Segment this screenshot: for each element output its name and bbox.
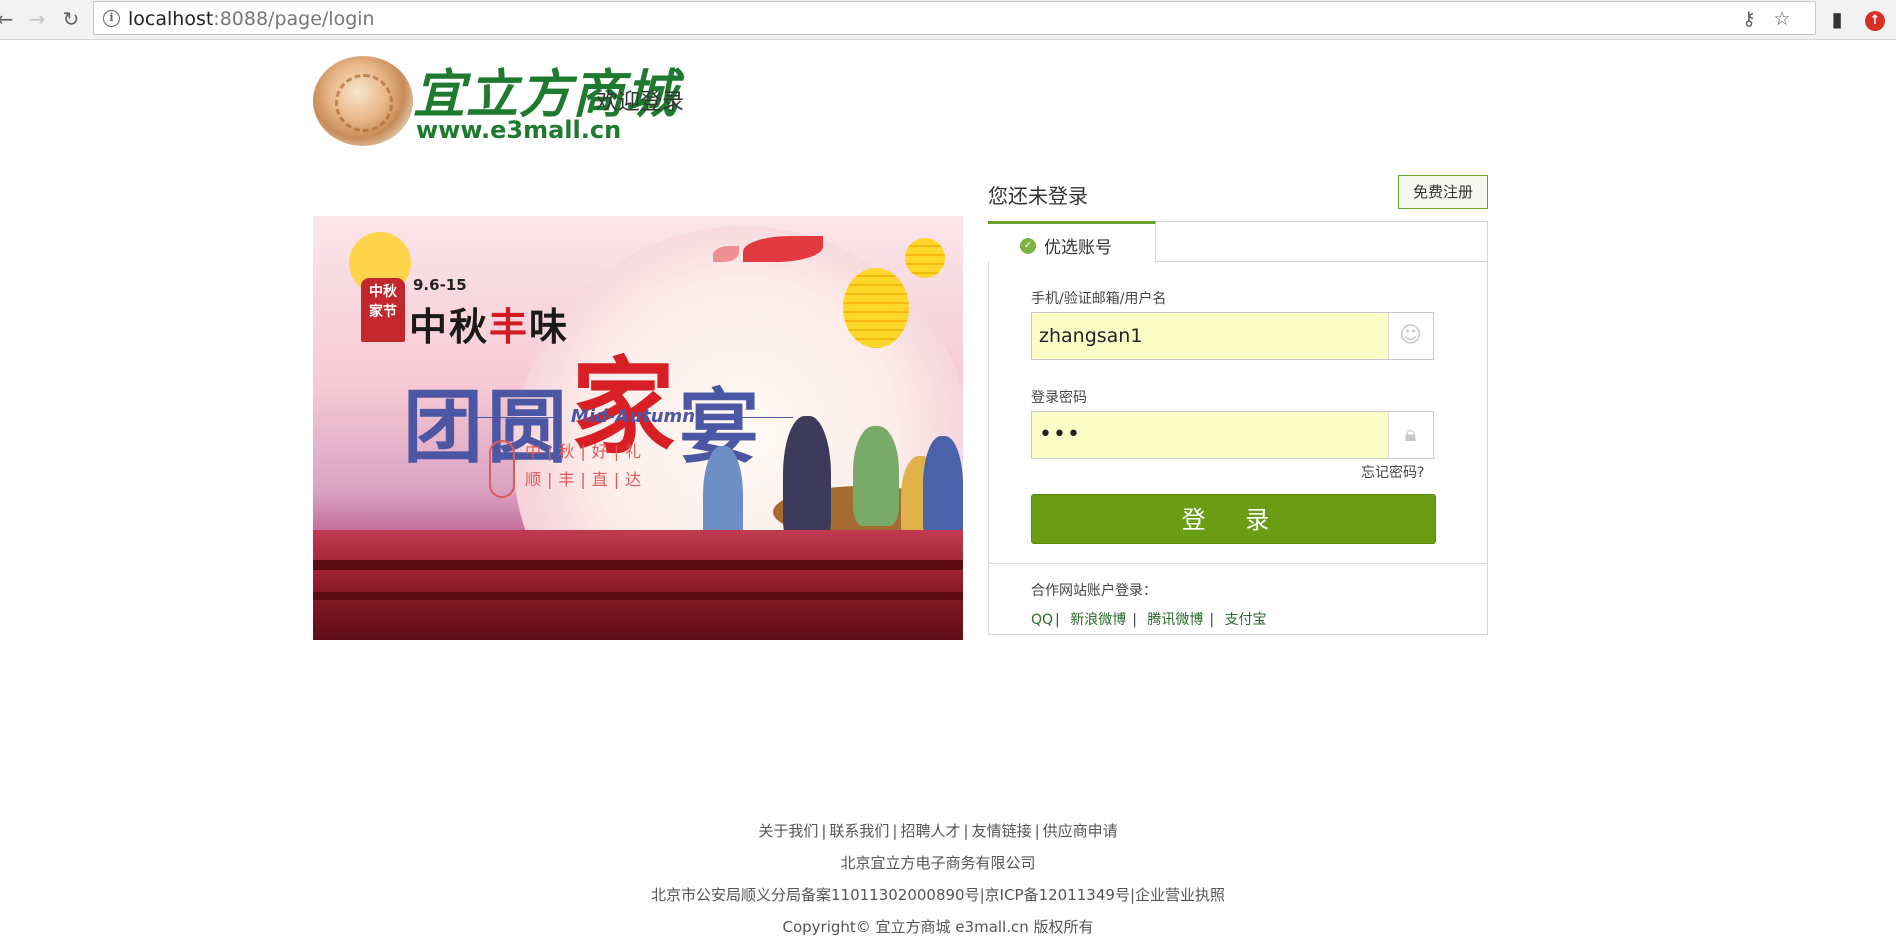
separator: | bbox=[892, 822, 898, 840]
tab-preferred-account[interactable]: ✓ 优选账号 bbox=[988, 221, 1156, 262]
bookmark-extension-icon[interactable]: ▮ bbox=[1824, 6, 1850, 32]
nautilus-shell-icon bbox=[313, 56, 413, 146]
login-panel: ✓ 优选账号 手机/验证邮箱/用户名 zhangsan1 ☺ 登录密码 ••• … bbox=[988, 221, 1488, 635]
footer-link-friends[interactable]: 友情链接 bbox=[972, 822, 1032, 840]
username-label: 手机/验证邮箱/用户名 bbox=[1031, 291, 1167, 307]
partner-link-qq[interactable]: QQ bbox=[1031, 612, 1053, 628]
extension-icon[interactable]: ↑ bbox=[1862, 6, 1888, 32]
lantern-graphic bbox=[843, 268, 909, 348]
separator: | bbox=[821, 822, 827, 840]
footer-link-contact[interactable]: 联系我们 bbox=[829, 822, 889, 840]
mid-autumn-banner: 中秋 家节 9.6-15 中秋丰味 团圆家宴 Mid-Autumn 中|秋|好|礼… bbox=[313, 216, 963, 640]
footer-company: 北京宜立方电子商务有限公司 bbox=[840, 854, 1036, 872]
extension-badge: ↑ bbox=[1865, 11, 1885, 31]
password-label: 登录密码 bbox=[1031, 390, 1087, 406]
password-field[interactable]: ••• 🔒︎ bbox=[1031, 411, 1434, 459]
tab-label: 优选账号 bbox=[1044, 238, 1112, 258]
stage-graphic bbox=[313, 530, 963, 640]
separator: | bbox=[1209, 612, 1215, 628]
site-info-icon[interactable]: i bbox=[103, 10, 120, 27]
railing-graphic bbox=[313, 592, 963, 600]
banner-english: Mid-Autumn bbox=[473, 406, 793, 427]
welcome-heading: 欢迎登录 bbox=[596, 90, 685, 115]
reload-button[interactable]: ↻ bbox=[58, 6, 84, 32]
partner-login-links: QQ | 新浪微博 | 腾讯微博 | 支付宝 bbox=[1031, 609, 1267, 629]
separator: | bbox=[1132, 612, 1137, 628]
forward-button[interactable]: → bbox=[24, 6, 50, 32]
login-button[interactable]: 登 录 bbox=[1031, 494, 1436, 544]
footer-links: 关于我们 | 联系我们 | 招聘人才 | 友情链接 | 供应商申请 bbox=[0, 815, 1876, 847]
footer-link-about[interactable]: 关于我们 bbox=[758, 822, 818, 840]
tab-divider bbox=[1156, 261, 1488, 262]
partner-login-label: 合作网站账户登录： bbox=[1031, 583, 1157, 599]
page-footer: 关于我们 | 联系我们 | 招聘人才 | 友情链接 | 供应商申请 北京宜立方电子商务有限公司 … bbox=[0, 815, 1876, 943]
footer-link-supplier[interactable]: 供应商申请 bbox=[1043, 822, 1118, 840]
user-icon: ☺ bbox=[1399, 323, 1422, 348]
separator: | bbox=[1055, 612, 1060, 628]
separator: | bbox=[963, 822, 969, 840]
logo-url: www.e3mall.cn bbox=[416, 116, 622, 144]
username-input[interactable]: zhangsan1 bbox=[1032, 313, 1389, 359]
footer-link-jobs[interactable]: 招聘人才 bbox=[900, 822, 960, 840]
account-tab-icon: ✓ bbox=[1020, 238, 1036, 254]
partner-link-alipay[interactable]: 支付宝 bbox=[1225, 612, 1267, 628]
url-path: :8088/page/login bbox=[213, 8, 375, 30]
password-input[interactable]: ••• bbox=[1032, 412, 1389, 458]
railing-graphic bbox=[313, 560, 963, 570]
not-logged-in-text: 您还未登录 bbox=[988, 184, 1088, 208]
lock-icon: 🔒︎ bbox=[1404, 422, 1417, 447]
url-host: localhost bbox=[128, 8, 214, 30]
banner-slogan: 中|秋|好|礼 顺|丰|直|达 bbox=[525, 438, 647, 494]
address-bar[interactable]: i localhost:8088/page/login ⚷ ☆ bbox=[93, 1, 1816, 35]
url-text[interactable]: localhost:8088/page/login bbox=[128, 8, 375, 30]
slogan-line: 中|秋|好|礼 bbox=[525, 442, 648, 461]
partner-link-tencent-weibo[interactable]: 腾讯微博 bbox=[1147, 612, 1203, 628]
register-button[interactable]: 免费注册 bbox=[1398, 175, 1488, 209]
lantern-graphic-small bbox=[905, 238, 945, 278]
forgot-password-link[interactable]: 忘记密码? bbox=[1361, 462, 1424, 482]
star-icon[interactable]: ☆ bbox=[1770, 7, 1794, 31]
seal-graphic bbox=[489, 440, 515, 498]
person-graphic bbox=[853, 426, 899, 526]
panel-divider bbox=[989, 563, 1487, 564]
browser-toolbar: ← → ↻ i localhost:8088/page/login ⚷ ☆ ▮ … bbox=[0, 0, 1896, 40]
footer-copyright: Copyright© 宜立方商城 e3mall.cn 版权所有 bbox=[782, 918, 1094, 936]
slogan-line: 顺|丰|直|达 bbox=[525, 470, 648, 489]
festival-stamp: 中秋 家节 bbox=[361, 278, 405, 342]
partner-link-sina-weibo[interactable]: 新浪微博 bbox=[1070, 612, 1126, 628]
site-logo[interactable]: 宜立方商城 www.e3mall.cn bbox=[313, 52, 677, 146]
person-graphic bbox=[783, 416, 831, 546]
footer-icp: 北京市公安局顺义分局备案11011302000890号|京ICP备1201134… bbox=[650, 886, 1225, 904]
separator: | bbox=[1034, 822, 1040, 840]
banner-date: 9.6-15 bbox=[413, 276, 467, 294]
username-field[interactable]: zhangsan1 ☺ bbox=[1031, 312, 1434, 360]
key-icon[interactable]: ⚷ bbox=[1737, 7, 1761, 31]
back-button[interactable]: ← bbox=[0, 6, 18, 32]
